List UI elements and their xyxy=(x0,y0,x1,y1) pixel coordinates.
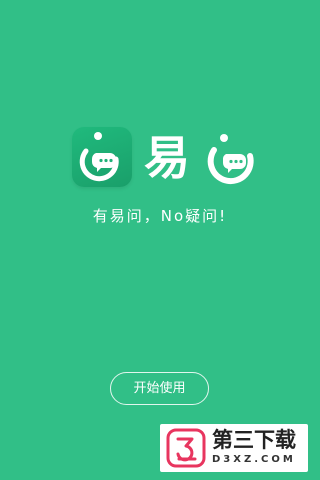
watermark-subtitle: D3XZ.COM xyxy=(212,454,296,465)
start-button[interactable]: 开始使用 xyxy=(110,372,209,405)
download-logo-icon xyxy=(166,428,206,468)
watermark-badge: 第三下载 D3XZ.COM xyxy=(160,424,308,472)
splash-screen: { "brand": { "name": "易", "icon": "chat-… xyxy=(0,0,320,480)
brand-wordmark-icon xyxy=(207,134,254,185)
brand-name: 易 xyxy=(144,131,190,185)
slogan-text: 有易问，No疑问! xyxy=(92,207,228,225)
chat-bubble-logo-icon xyxy=(79,132,119,182)
brand-logo: 易 xyxy=(72,127,262,191)
watermark-title: 第三下载 xyxy=(212,428,296,452)
app-icon xyxy=(72,127,132,187)
